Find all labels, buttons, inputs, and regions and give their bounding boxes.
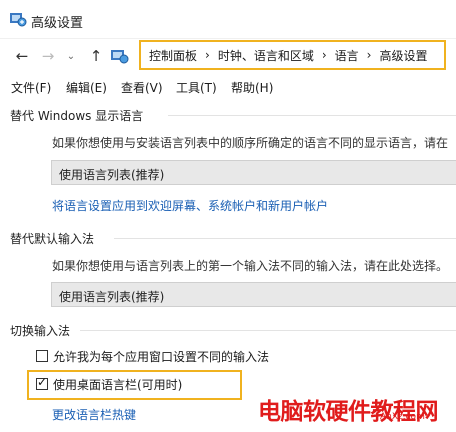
desktop-language-bar-label: 使用桌面语言栏(可用时)	[53, 377, 183, 392]
menu-help[interactable]: 帮助(H)	[231, 79, 273, 96]
breadcrumb-language[interactable]: 语言	[335, 47, 359, 64]
per-app-input-checkbox[interactable]	[36, 350, 48, 362]
display-language-title: 替代 Windows 显示语言	[10, 109, 144, 123]
desktop-language-bar-option[interactable]: 使用桌面语言栏(可用时)	[36, 375, 182, 393]
per-app-input-option[interactable]: 允许我为每个应用窗口设置不同的输入法	[36, 347, 269, 365]
menu-view[interactable]: 查看(V)	[121, 79, 163, 96]
desktop-language-bar-checkbox[interactable]	[36, 375, 48, 390]
breadcrumb-separator: ›	[205, 48, 210, 62]
section-divider	[114, 238, 456, 239]
display-language-selected: 使用语言列表(推荐)	[59, 168, 165, 182]
section-divider	[80, 330, 456, 331]
breadcrumb-clock-language-region[interactable]: 时钟、语言和区域	[218, 47, 314, 64]
arrow-left-icon[interactable]: ←	[13, 46, 31, 66]
change-language-bar-hotkeys-link[interactable]: 更改语言栏热键	[52, 406, 136, 423]
breadcrumb-advanced-settings[interactable]: 高级设置	[379, 47, 427, 64]
chevron-down-icon[interactable]: ⌄	[62, 46, 80, 66]
arrow-up-icon[interactable]: ↑	[87, 46, 105, 66]
per-app-input-label: 允许我为每个应用窗口设置不同的输入法	[53, 349, 270, 364]
watermark-domain: AnXz.com	[380, 412, 425, 422]
menu-edit[interactable]: 编辑(E)	[66, 79, 107, 96]
breadcrumb-control-panel[interactable]: 控制面板	[149, 47, 197, 64]
window-title: 高级设置	[31, 16, 84, 31]
display-language-description: 如果你想使用与安装语言列表中的顺序所确定的语言不同的显示语言，请在	[52, 136, 449, 150]
menu-tools[interactable]: 工具(T)	[176, 79, 217, 96]
input-method-description: 如果你想使用与语言列表上的第一个输入法不同的输入法，请在此处选择。	[52, 259, 449, 273]
address-bar[interactable]: 控制面板 › 时钟、语言和区域 › 语言 › 高级设置	[139, 40, 446, 70]
menu-file[interactable]: 文件(F)	[11, 79, 51, 96]
control-panel-location-icon	[111, 50, 129, 64]
control-panel-icon	[10, 13, 27, 27]
display-language-select[interactable]: 使用语言列表(推荐)	[51, 160, 456, 185]
section-divider	[168, 115, 456, 116]
arrow-right-icon[interactable]: →	[39, 46, 57, 66]
apply-language-settings-link[interactable]: 将语言设置应用到欢迎屏幕、系统帐户和新用户帐户	[52, 197, 328, 214]
input-method-title: 替代默认输入法	[10, 232, 95, 246]
switch-input-title: 切换输入法	[10, 324, 71, 338]
breadcrumb-separator: ›	[321, 48, 327, 62]
input-method-select[interactable]: 使用语言列表(推荐)	[51, 282, 456, 307]
breadcrumb-separator: ›	[366, 48, 372, 62]
input-method-selected: 使用语言列表(推荐)	[59, 290, 165, 304]
